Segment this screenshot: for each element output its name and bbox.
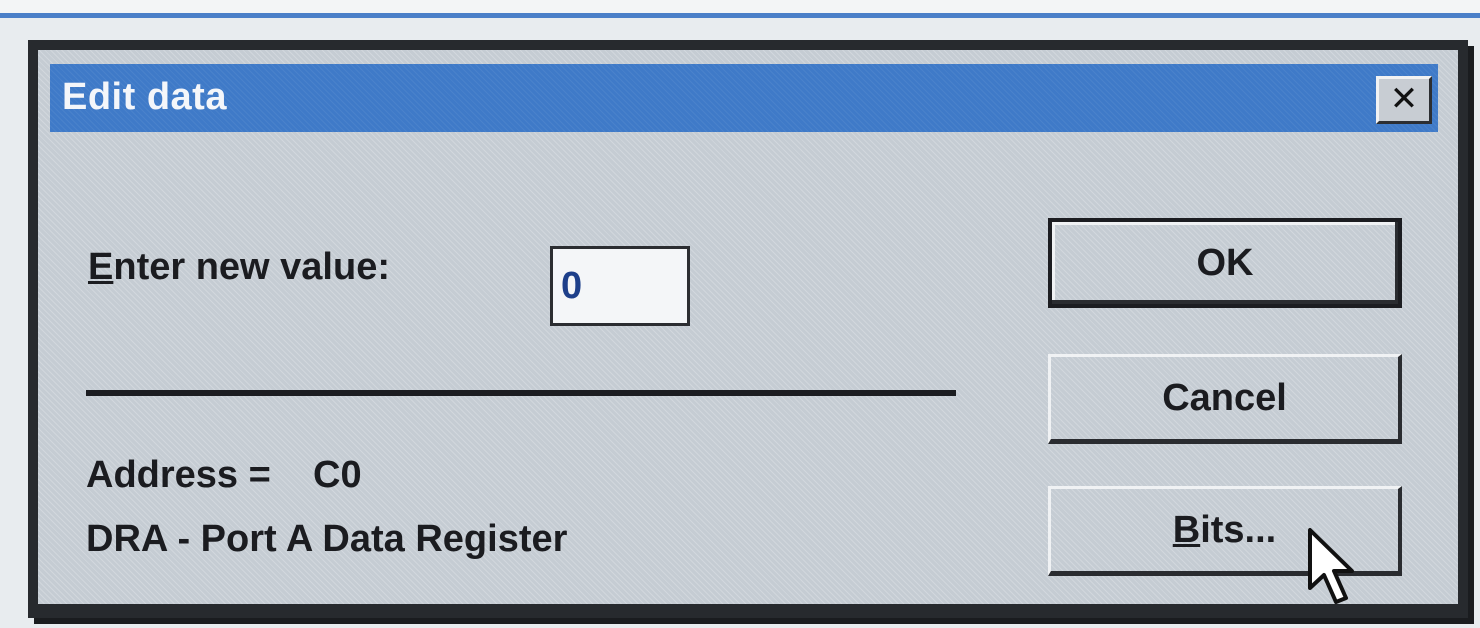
mouse-pointer-icon bbox=[1308, 528, 1354, 604]
edit-data-dialog: Edit data ✕ Enter new value: Address = C… bbox=[28, 40, 1468, 618]
bits-label: its... bbox=[1200, 508, 1277, 551]
separator-line bbox=[86, 390, 956, 396]
dialog-title: Edit data bbox=[62, 76, 227, 118]
ok-button[interactable]: OK bbox=[1048, 218, 1402, 308]
address-text: Address = C0 bbox=[86, 454, 362, 496]
register-description: DRA - Port A Data Register bbox=[86, 518, 568, 560]
titlebar[interactable]: Edit data ✕ bbox=[50, 64, 1438, 132]
cancel-button[interactable]: Cancel bbox=[1048, 354, 1402, 444]
background-window-edge bbox=[0, 0, 1480, 18]
close-button[interactable]: ✕ bbox=[1376, 76, 1432, 124]
new-value-input[interactable] bbox=[550, 246, 690, 326]
prompt-text: nter new value: bbox=[113, 246, 390, 288]
enter-value-label: Enter new value: bbox=[88, 246, 390, 289]
prompt-accelerator: E bbox=[88, 246, 114, 288]
dialog-body: Edit data ✕ Enter new value: Address = C… bbox=[38, 50, 1458, 604]
bits-accelerator: B bbox=[1172, 508, 1201, 551]
close-icon: ✕ bbox=[1389, 80, 1419, 118]
